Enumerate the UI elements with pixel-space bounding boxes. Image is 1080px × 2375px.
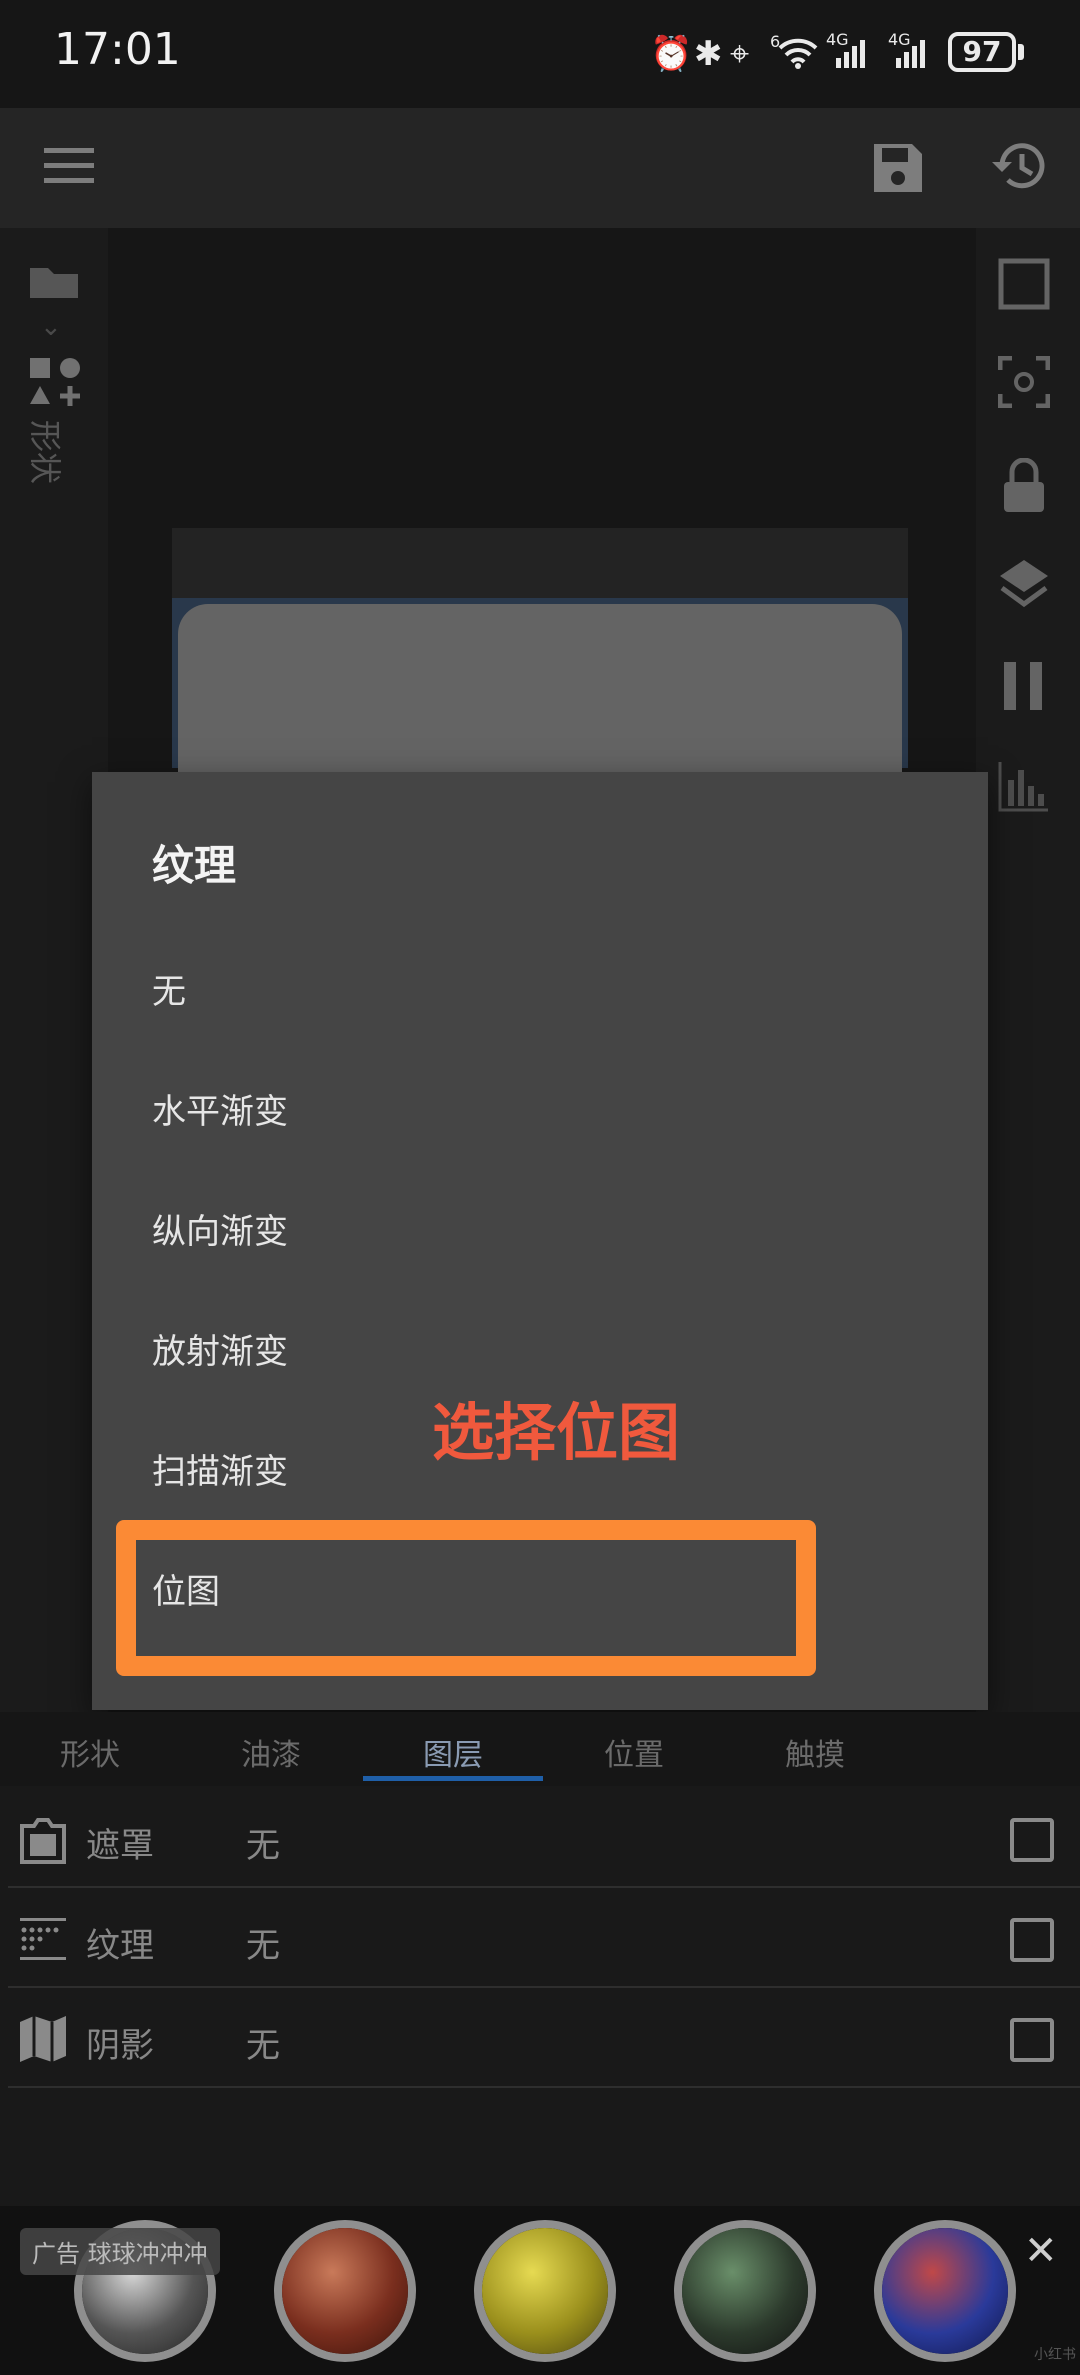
- signal-4g-icon: [836, 40, 865, 68]
- option-radial-gradient[interactable]: 放射渐变: [152, 1324, 288, 1373]
- wifi-icon: [778, 38, 818, 69]
- row-label-mask: 遮罩: [86, 1826, 154, 1866]
- tab-shape[interactable]: 形状: [15, 1730, 165, 1774]
- option-sweep-gradient[interactable]: 扫描渐变: [152, 1444, 288, 1493]
- tab-touch[interactable]: 触摸: [740, 1730, 890, 1774]
- tab-paint[interactable]: 油漆: [196, 1730, 346, 1774]
- option-vertical-gradient[interactable]: 纵向渐变: [152, 1204, 288, 1253]
- ad-ball-image[interactable]: [882, 2228, 1008, 2354]
- history-icon[interactable]: [990, 138, 1050, 196]
- watermark: 小红书: [1034, 2347, 1076, 2363]
- row-label-texture: 纹理: [86, 1926, 154, 1966]
- row-value-mask[interactable]: 无: [246, 1818, 280, 1867]
- row-divider: [8, 1986, 1080, 1988]
- ad-ball-image[interactable]: [682, 2228, 808, 2354]
- tab-position[interactable]: 位置: [559, 1730, 709, 1774]
- mask-icon: [20, 1818, 66, 1864]
- battery-level: 97: [948, 32, 1016, 72]
- ad-ball-image[interactable]: [282, 2228, 408, 2354]
- texture-icon: [20, 1918, 66, 1960]
- texture-checkbox[interactable]: [1010, 1918, 1054, 1962]
- battery-tip: [1018, 44, 1024, 60]
- menu-icon[interactable]: [44, 146, 96, 186]
- ad-ball-image[interactable]: [482, 2228, 608, 2354]
- bitmap-highlight-box: [116, 1520, 816, 1676]
- layer-properties-list: [0, 1786, 1080, 2206]
- alarm-icon: ⏰: [650, 34, 693, 74]
- option-none[interactable]: 无: [152, 964, 186, 1013]
- row-divider: [8, 1886, 1080, 1888]
- annotation-text: 选择位图: [432, 1396, 681, 1469]
- location-icon: ⌖: [730, 34, 750, 74]
- ad-label: 广告 球球冲冲冲: [20, 2228, 220, 2275]
- row-divider: [8, 2086, 1080, 2088]
- signal-4g-icon: [896, 40, 925, 68]
- tab-layer[interactable]: 图层: [378, 1730, 528, 1774]
- dialog-title: 纹理: [152, 841, 237, 890]
- shadow-icon: [20, 2016, 66, 2062]
- row-value-texture[interactable]: 无: [246, 1918, 280, 1967]
- save-icon[interactable]: [870, 140, 926, 196]
- row-label-shadow: 阴影: [86, 2026, 154, 2066]
- status-time: 17:01: [54, 24, 181, 75]
- close-icon[interactable]: ✕: [1024, 2228, 1058, 2274]
- mask-checkbox[interactable]: [1010, 1818, 1054, 1862]
- row-value-shadow[interactable]: 无: [246, 2018, 280, 2067]
- shadow-checkbox[interactable]: [1010, 2018, 1054, 2062]
- option-horizontal-gradient[interactable]: 水平渐变: [152, 1084, 288, 1133]
- tab-active-indicator: [363, 1776, 543, 1781]
- bluetooth-icon: ✱: [694, 34, 723, 74]
